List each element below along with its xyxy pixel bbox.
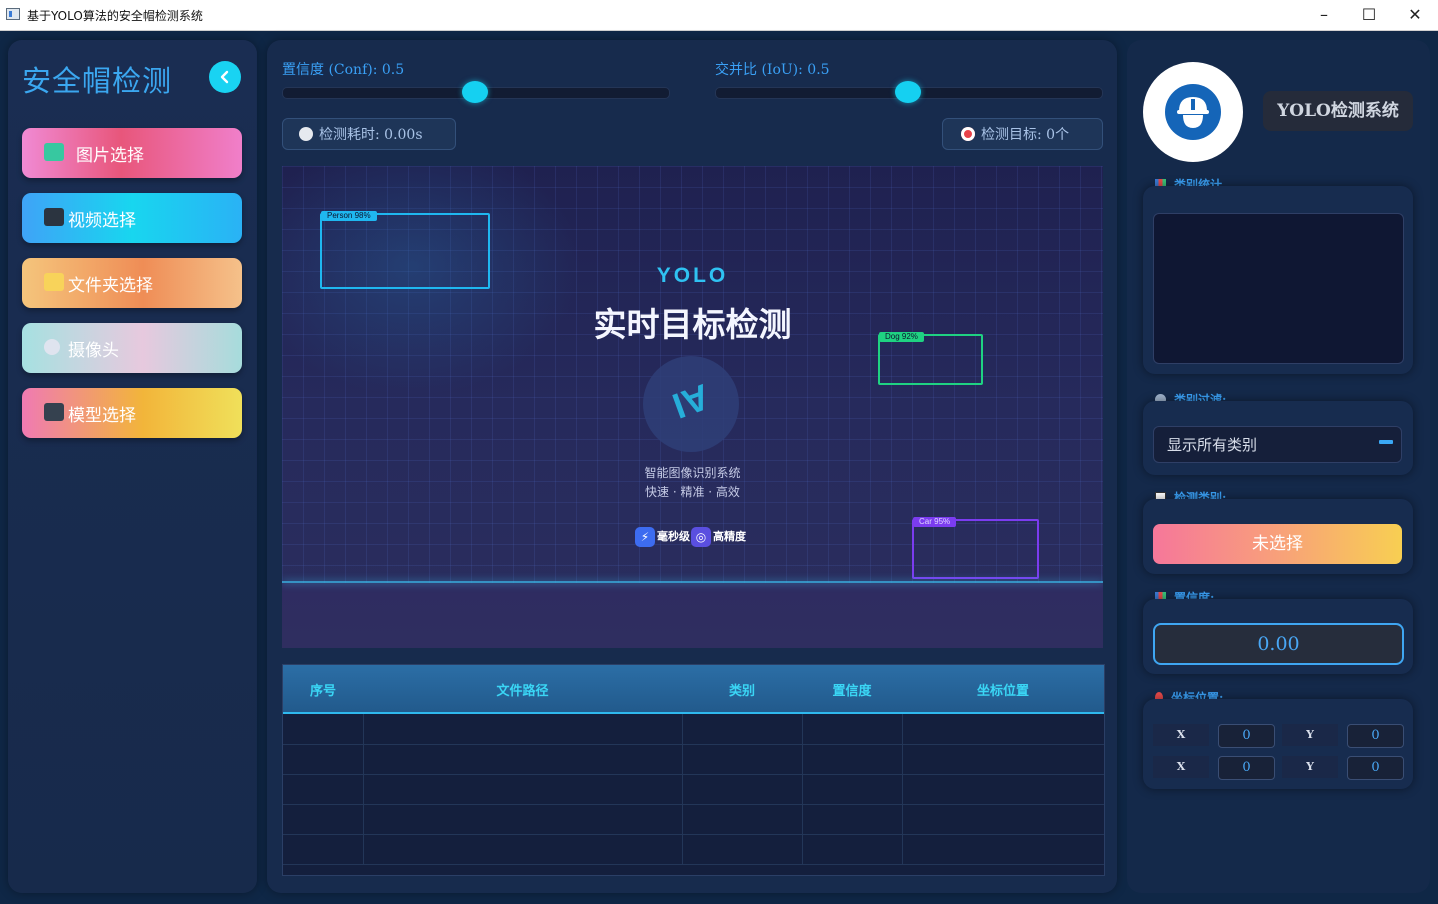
column-divider bbox=[363, 714, 364, 865]
bbox-car-label: Car 95% bbox=[913, 517, 957, 527]
preview-subtitle: 智能图像识别系统 bbox=[644, 466, 741, 480]
stats-card bbox=[1143, 186, 1413, 374]
coord-x1-value: 0 bbox=[1218, 724, 1275, 748]
table-header: 序号 文件路径 类别 置信度 坐标位置 bbox=[283, 665, 1104, 714]
ai-logo: AI bbox=[643, 356, 739, 452]
camera-label: 摄像头 bbox=[68, 341, 119, 361]
table-row[interactable] bbox=[283, 714, 1104, 745]
folder-select-button[interactable]: 文件夹选择 bbox=[22, 258, 242, 308]
avatar bbox=[1143, 62, 1243, 162]
col-class: 类别 bbox=[728, 684, 755, 699]
col-confidence: 置信度 bbox=[832, 684, 872, 699]
results-table: 序号 文件路径 类别 置信度 坐标位置 bbox=[282, 664, 1105, 876]
coord-y1-key: Y bbox=[1282, 724, 1338, 746]
detection-preview: Person 98% Dog 92% Car 95% YOLO 实时目标检测 A… bbox=[282, 166, 1103, 648]
yolo-heading: YOLO bbox=[656, 264, 729, 287]
target-icon bbox=[961, 127, 975, 141]
conf-slider-label: 置信度 (Conf): 0.5 bbox=[282, 62, 405, 78]
detection-target-text: 检测目标: 0个 bbox=[981, 127, 1070, 143]
collapse-sidebar-button[interactable] bbox=[209, 61, 241, 93]
folder-icon bbox=[44, 273, 64, 291]
class-filter-value: 显示所有类别 bbox=[1167, 436, 1258, 454]
coord-y2-key: Y bbox=[1282, 756, 1338, 778]
badge-precision: ◎ 高精度 bbox=[691, 526, 746, 548]
table-row[interactable] bbox=[283, 744, 1104, 775]
clapperboard-icon bbox=[44, 208, 64, 226]
class-filter-select[interactable]: 显示所有类别 bbox=[1153, 426, 1402, 463]
detection-time-text: 检测耗时: 0.00s bbox=[319, 127, 423, 143]
bbox-person-label: Person 98% bbox=[321, 211, 377, 221]
minimize-button[interactable]: – bbox=[1301, 0, 1347, 30]
coord-y1-value: 0 bbox=[1347, 724, 1404, 748]
window-titlebar: 基于YOLO算法的安全帽检测系统 – ☐ ✕ bbox=[0, 0, 1438, 31]
maximize-button[interactable]: ☐ bbox=[1346, 0, 1392, 30]
conf-slider-handle[interactable] bbox=[462, 81, 488, 103]
detect-class-button[interactable]: 未选择 bbox=[1153, 524, 1402, 564]
detect-class-card: 未选择 bbox=[1143, 499, 1413, 574]
scan-line bbox=[282, 581, 1103, 583]
iou-slider-handle[interactable] bbox=[895, 81, 921, 103]
info-panel: YOLO检测系统 类别统计 类别过滤: 显示所有类别 检测类别: 未选择 置信度… bbox=[1127, 40, 1430, 893]
helmet-icon bbox=[1165, 84, 1221, 140]
ai-logo-text: AI bbox=[667, 376, 716, 427]
filter-card: 显示所有类别 bbox=[1143, 401, 1413, 475]
detection-target-chip: 检测目标: 0个 bbox=[942, 118, 1103, 150]
coord-x2-key: X bbox=[1153, 756, 1209, 778]
confidence-card: 0.00 bbox=[1143, 599, 1413, 674]
sidebar: 安全帽检测 图片选择 视频选择 文件夹选择 摄像头 模型选择 bbox=[8, 40, 257, 893]
model-select-label: 模型选择 bbox=[68, 406, 136, 426]
preview-tagline: 快速 · 精准 · 高效 bbox=[645, 485, 740, 499]
window-title: 基于YOLO算法的安全帽检测系统 bbox=[27, 9, 203, 23]
dropdown-arrow-icon bbox=[1379, 440, 1393, 444]
class-stats-area bbox=[1153, 213, 1404, 364]
badge-millisecond-text: 毫秒级 bbox=[657, 530, 690, 543]
image-select-label: 图片选择 bbox=[76, 146, 144, 166]
table-row[interactable] bbox=[283, 834, 1104, 865]
system-tag: YOLO检测系统 bbox=[1263, 91, 1413, 131]
helmet-icon bbox=[1177, 97, 1209, 128]
badge-millisecond: ⚡ 毫秒级 bbox=[635, 526, 690, 548]
stopwatch-icon bbox=[299, 127, 313, 141]
column-divider bbox=[802, 714, 803, 865]
chevron-left-icon bbox=[220, 70, 229, 84]
coordinate-card: X 0 Y 0 X 0 Y 0 bbox=[1143, 699, 1413, 789]
model-select-button[interactable]: 模型选择 bbox=[22, 388, 242, 438]
image-icon bbox=[44, 143, 64, 161]
target-icon: ◎ bbox=[691, 527, 711, 547]
folder-select-label: 文件夹选择 bbox=[68, 276, 153, 296]
coord-x2-value: 0 bbox=[1218, 756, 1275, 780]
col-file-path: 文件路径 bbox=[496, 684, 549, 699]
coord-x1-key: X bbox=[1153, 724, 1209, 746]
image-select-button[interactable]: 图片选择 bbox=[22, 128, 242, 178]
table-row[interactable] bbox=[283, 774, 1104, 805]
app-icon bbox=[6, 8, 20, 20]
webcam-icon bbox=[44, 339, 60, 355]
detection-time-chip: 检测耗时: 0.00s bbox=[282, 118, 456, 150]
app-title: 安全帽检测 bbox=[22, 64, 173, 98]
robot-icon bbox=[44, 403, 64, 421]
camera-button[interactable]: 摄像头 bbox=[22, 323, 242, 373]
badge-precision-text: 高精度 bbox=[713, 530, 746, 543]
col-index: 序号 bbox=[309, 684, 336, 699]
table-row[interactable] bbox=[283, 804, 1104, 835]
iou-slider-label: 交并比 (IoU): 0.5 bbox=[715, 62, 830, 78]
column-divider bbox=[682, 714, 683, 865]
lightning-icon: ⚡ bbox=[635, 527, 655, 547]
col-coordinates: 坐标位置 bbox=[976, 684, 1029, 699]
preview-headline: 实时目标检测 bbox=[593, 305, 792, 344]
preview-floor bbox=[282, 583, 1103, 648]
close-button[interactable]: ✕ bbox=[1392, 0, 1438, 30]
confidence-value: 0.00 bbox=[1153, 623, 1404, 665]
video-select-label: 视频选择 bbox=[68, 211, 136, 231]
bbox-car: Car 95% bbox=[912, 517, 1039, 579]
video-select-button[interactable]: 视频选择 bbox=[22, 193, 242, 243]
main-panel: 置信度 (Conf): 0.5 交并比 (IoU): 0.5 检测耗时: 0.0… bbox=[267, 40, 1117, 893]
coord-y2-value: 0 bbox=[1347, 756, 1404, 780]
column-divider bbox=[902, 714, 903, 865]
